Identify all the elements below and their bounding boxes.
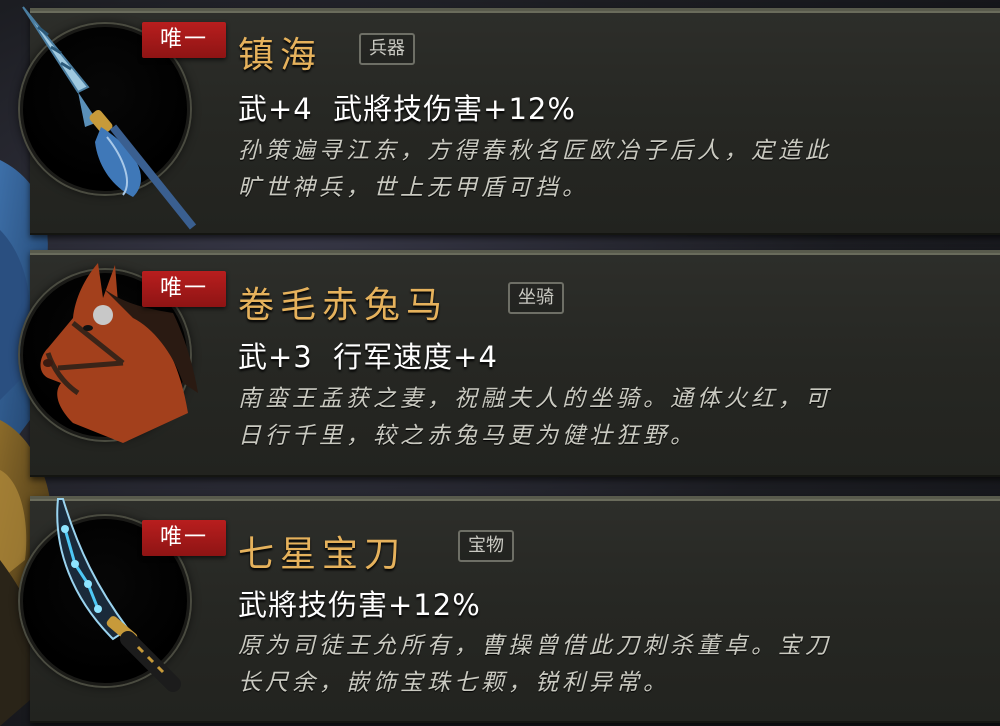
unique-badge: 唯一 <box>142 520 226 556</box>
description-line: 日行千里，较之赤兔马更为健壮狂野。 <box>238 423 697 449</box>
item-type-tag: 宝物 <box>458 530 514 562</box>
item-stats: 武+4 武將技伤害+12% <box>238 92 576 126</box>
item-description: 南蛮王孟获之妻，祝融夫人的坐骑。通体火红，可 日行千里，较之赤兔马更为健壮狂野。 <box>238 381 948 455</box>
description-line: 旷世神兵，世上无甲盾可挡。 <box>238 175 589 201</box>
item-name: 镇海 <box>238 35 323 76</box>
unique-badge: 唯一 <box>142 271 226 307</box>
item-description: 孙策遍寻江东，方得春秋名匠欧冶子后人，定造此 旷世神兵，世上无甲盾可挡。 <box>238 133 948 207</box>
description-line: 南蛮王孟获之妻，祝融夫人的坐骑。通体火红，可 <box>238 386 832 412</box>
item-stats: 武將技伤害+12% <box>238 588 481 622</box>
item-name: 卷毛赤兔马 <box>238 285 449 326</box>
unique-badge: 唯一 <box>142 22 226 58</box>
item-name: 七星宝刀 <box>238 534 407 575</box>
item-stats: 武+3 行军速度+4 <box>238 340 498 374</box>
item-description: 原为司徒王允所有，曹操曾借此刀刺杀董卓。宝刀 长尺余，嵌饰宝珠七颗，锐利异常。 <box>238 628 948 702</box>
description-line: 原为司徒王允所有，曹操曾借此刀刺杀董卓。宝刀 <box>238 633 832 659</box>
item-type-tag: 坐骑 <box>508 282 564 314</box>
item-type-tag: 兵器 <box>359 33 415 65</box>
description-line: 长尺余，嵌饰宝珠七颗，锐利异常。 <box>238 670 670 696</box>
description-line: 孙策遍寻江东，方得春秋名匠欧冶子后人，定造此 <box>238 138 832 164</box>
